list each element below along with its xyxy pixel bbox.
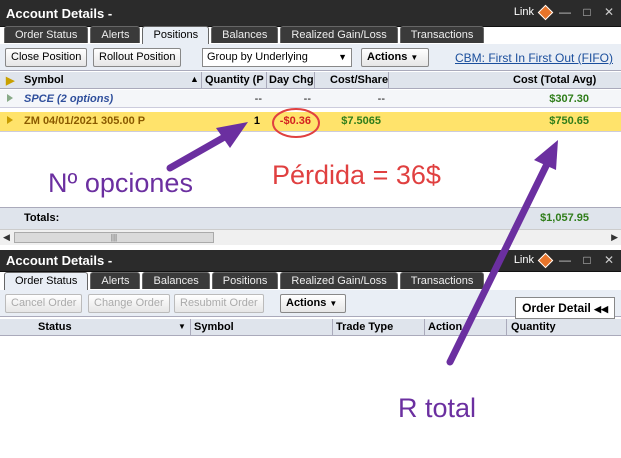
dropdown-arrow-icon: ▼: [329, 299, 338, 308]
group-by-select[interactable]: Group by Underlying ▼: [202, 48, 352, 67]
title-bar-controls: Link — □ ✕: [514, 252, 617, 268]
window-title: Account Details -: [6, 253, 113, 268]
link-label[interactable]: Link: [514, 254, 534, 266]
tab-order-status[interactable]: Order Status: [4, 26, 89, 43]
col-day-chg[interactable]: Day Chg: [269, 74, 314, 86]
tab-positions[interactable]: Positions: [211, 272, 279, 289]
annotation-total-label: R total: [398, 393, 477, 423]
table-row[interactable]: SPCE (2 options) -- -- -- $307.30: [0, 90, 621, 108]
horizontal-scrollbar[interactable]: ◀ ||| ▶: [0, 229, 621, 245]
tab-balances[interactable]: Balances: [142, 272, 210, 289]
row-cost-total: $307.30: [549, 93, 589, 105]
maximize-icon[interactable]: □: [579, 4, 595, 20]
link-label[interactable]: Link: [514, 6, 534, 18]
scroll-right-icon[interactable]: ▶: [611, 232, 618, 243]
tab-alerts[interactable]: Alerts: [90, 26, 141, 43]
title-bar: Account Details - Link — □ ✕: [0, 250, 621, 272]
tab-realized-gain-loss[interactable]: Realized Gain/Loss: [280, 26, 398, 43]
tab-strip: Order Status Alerts Balances Positions R…: [4, 272, 485, 290]
scroll-left-icon[interactable]: ◀: [3, 232, 10, 243]
positions-toolbar: Close Position Rollout Position Group by…: [0, 44, 621, 71]
maximize-icon[interactable]: □: [579, 252, 595, 268]
row-symbol: SPCE (2 options): [24, 93, 114, 105]
totals-row: Totals: $1,057.95: [0, 207, 621, 229]
col-symbol[interactable]: Symbol: [194, 321, 234, 333]
dropdown-arrow-icon: ▼: [178, 322, 186, 331]
close-icon[interactable]: ✕: [601, 4, 617, 20]
row-quantity: 1: [253, 115, 260, 127]
tab-alerts[interactable]: Alerts: [90, 272, 141, 289]
order-detail-button[interactable]: Order Detail ◀◀: [515, 297, 615, 319]
totals-value: $1,057.95: [540, 212, 589, 224]
cancel-order-button[interactable]: Cancel Order: [5, 294, 83, 313]
account-details-panel-positions: Account Details - Link — □ ✕ Order Statu…: [0, 0, 621, 247]
row-cost-total: $750.65: [549, 115, 589, 127]
actions-button[interactable]: Actions ▼: [361, 48, 429, 67]
row-cost-share: --: [377, 93, 385, 105]
title-bar: Account Details - Link — □ ✕: [0, 0, 621, 27]
link-diamond-icon[interactable]: [537, 4, 554, 20]
minimize-icon[interactable]: —: [557, 252, 573, 268]
collapse-arrows-icon: ◀◀: [594, 304, 608, 314]
resubmit-order-button[interactable]: Resubmit Order: [174, 294, 264, 313]
actions-label: Actions: [286, 297, 327, 309]
expander-icon[interactable]: [7, 94, 13, 102]
row-quantity: --: [254, 93, 262, 105]
tab-strip: Order Status Alerts Positions Balances R…: [4, 26, 485, 44]
col-quantity[interactable]: Quantity: [511, 321, 556, 333]
positions-grid-header: ▶ Symbol ▲ Quantity (P Day Chg Cost/Shar…: [0, 72, 621, 89]
orders-grid-header: Status ▼ Symbol Trade Type Action Quanti…: [0, 319, 621, 336]
col-cost-total[interactable]: Cost (Total Avg): [513, 74, 596, 86]
sort-up-icon: ▲: [190, 74, 199, 84]
row-day-chg: --: [303, 93, 311, 105]
group-by-value: Group by Underlying: [207, 51, 308, 63]
tab-transactions[interactable]: Transactions: [399, 26, 485, 43]
col-status[interactable]: Status: [38, 321, 72, 333]
tab-balances[interactable]: Balances: [211, 26, 279, 43]
scrollbar-thumb[interactable]: |||: [14, 232, 214, 243]
change-order-button[interactable]: Change Order: [88, 294, 170, 313]
tab-realized-gain-loss[interactable]: Realized Gain/Loss: [280, 272, 398, 289]
col-trade-type[interactable]: Trade Type: [336, 321, 393, 333]
tab-transactions[interactable]: Transactions: [399, 272, 485, 289]
tab-order-status[interactable]: Order Status: [4, 272, 89, 290]
account-details-panel-orders: Account Details - Link — □ ✕ Order Statu…: [0, 250, 621, 458]
expander-icon[interactable]: [7, 116, 13, 124]
rollout-position-button[interactable]: Rollout Position: [93, 48, 182, 67]
minimize-icon[interactable]: —: [557, 4, 573, 20]
col-quantity[interactable]: Quantity (P: [205, 74, 265, 86]
annotation-options-label: Nº opciones: [48, 168, 193, 198]
annotation-loss-label: Pérdida = 36$: [272, 160, 441, 190]
close-icon[interactable]: ✕: [601, 252, 617, 268]
dropdown-arrow-icon: ▼: [338, 52, 347, 62]
row-day-chg: -$0.36: [279, 115, 311, 127]
dropdown-arrow-icon: ▼: [410, 53, 419, 62]
col-action[interactable]: Action: [428, 321, 462, 333]
order-detail-label: Order Detail: [522, 301, 591, 315]
title-bar-controls: Link — □ ✕: [514, 4, 617, 20]
tab-positions[interactable]: Positions: [142, 26, 210, 44]
close-position-button[interactable]: Close Position: [5, 48, 88, 67]
row-symbol: ZM 04/01/2021 305.00 P: [24, 115, 146, 127]
link-diamond-icon[interactable]: [537, 252, 554, 268]
col-symbol[interactable]: Symbol: [24, 74, 64, 86]
window-title: Account Details -: [6, 6, 113, 21]
totals-label: Totals:: [24, 212, 60, 224]
sort-up-icon: ▶: [6, 75, 15, 87]
actions-button[interactable]: Actions ▼: [280, 294, 346, 313]
actions-label: Actions: [367, 51, 408, 63]
col-cost-share[interactable]: Cost/Share: [330, 74, 388, 86]
table-row-highlighted[interactable]: ZM 04/01/2021 305.00 P 1 -$0.36 $7.5065 …: [0, 112, 621, 132]
cost-basis-method-link[interactable]: CBM: First In First Out (FIFO): [455, 51, 613, 65]
row-cost-share: $7.5065: [341, 115, 381, 127]
